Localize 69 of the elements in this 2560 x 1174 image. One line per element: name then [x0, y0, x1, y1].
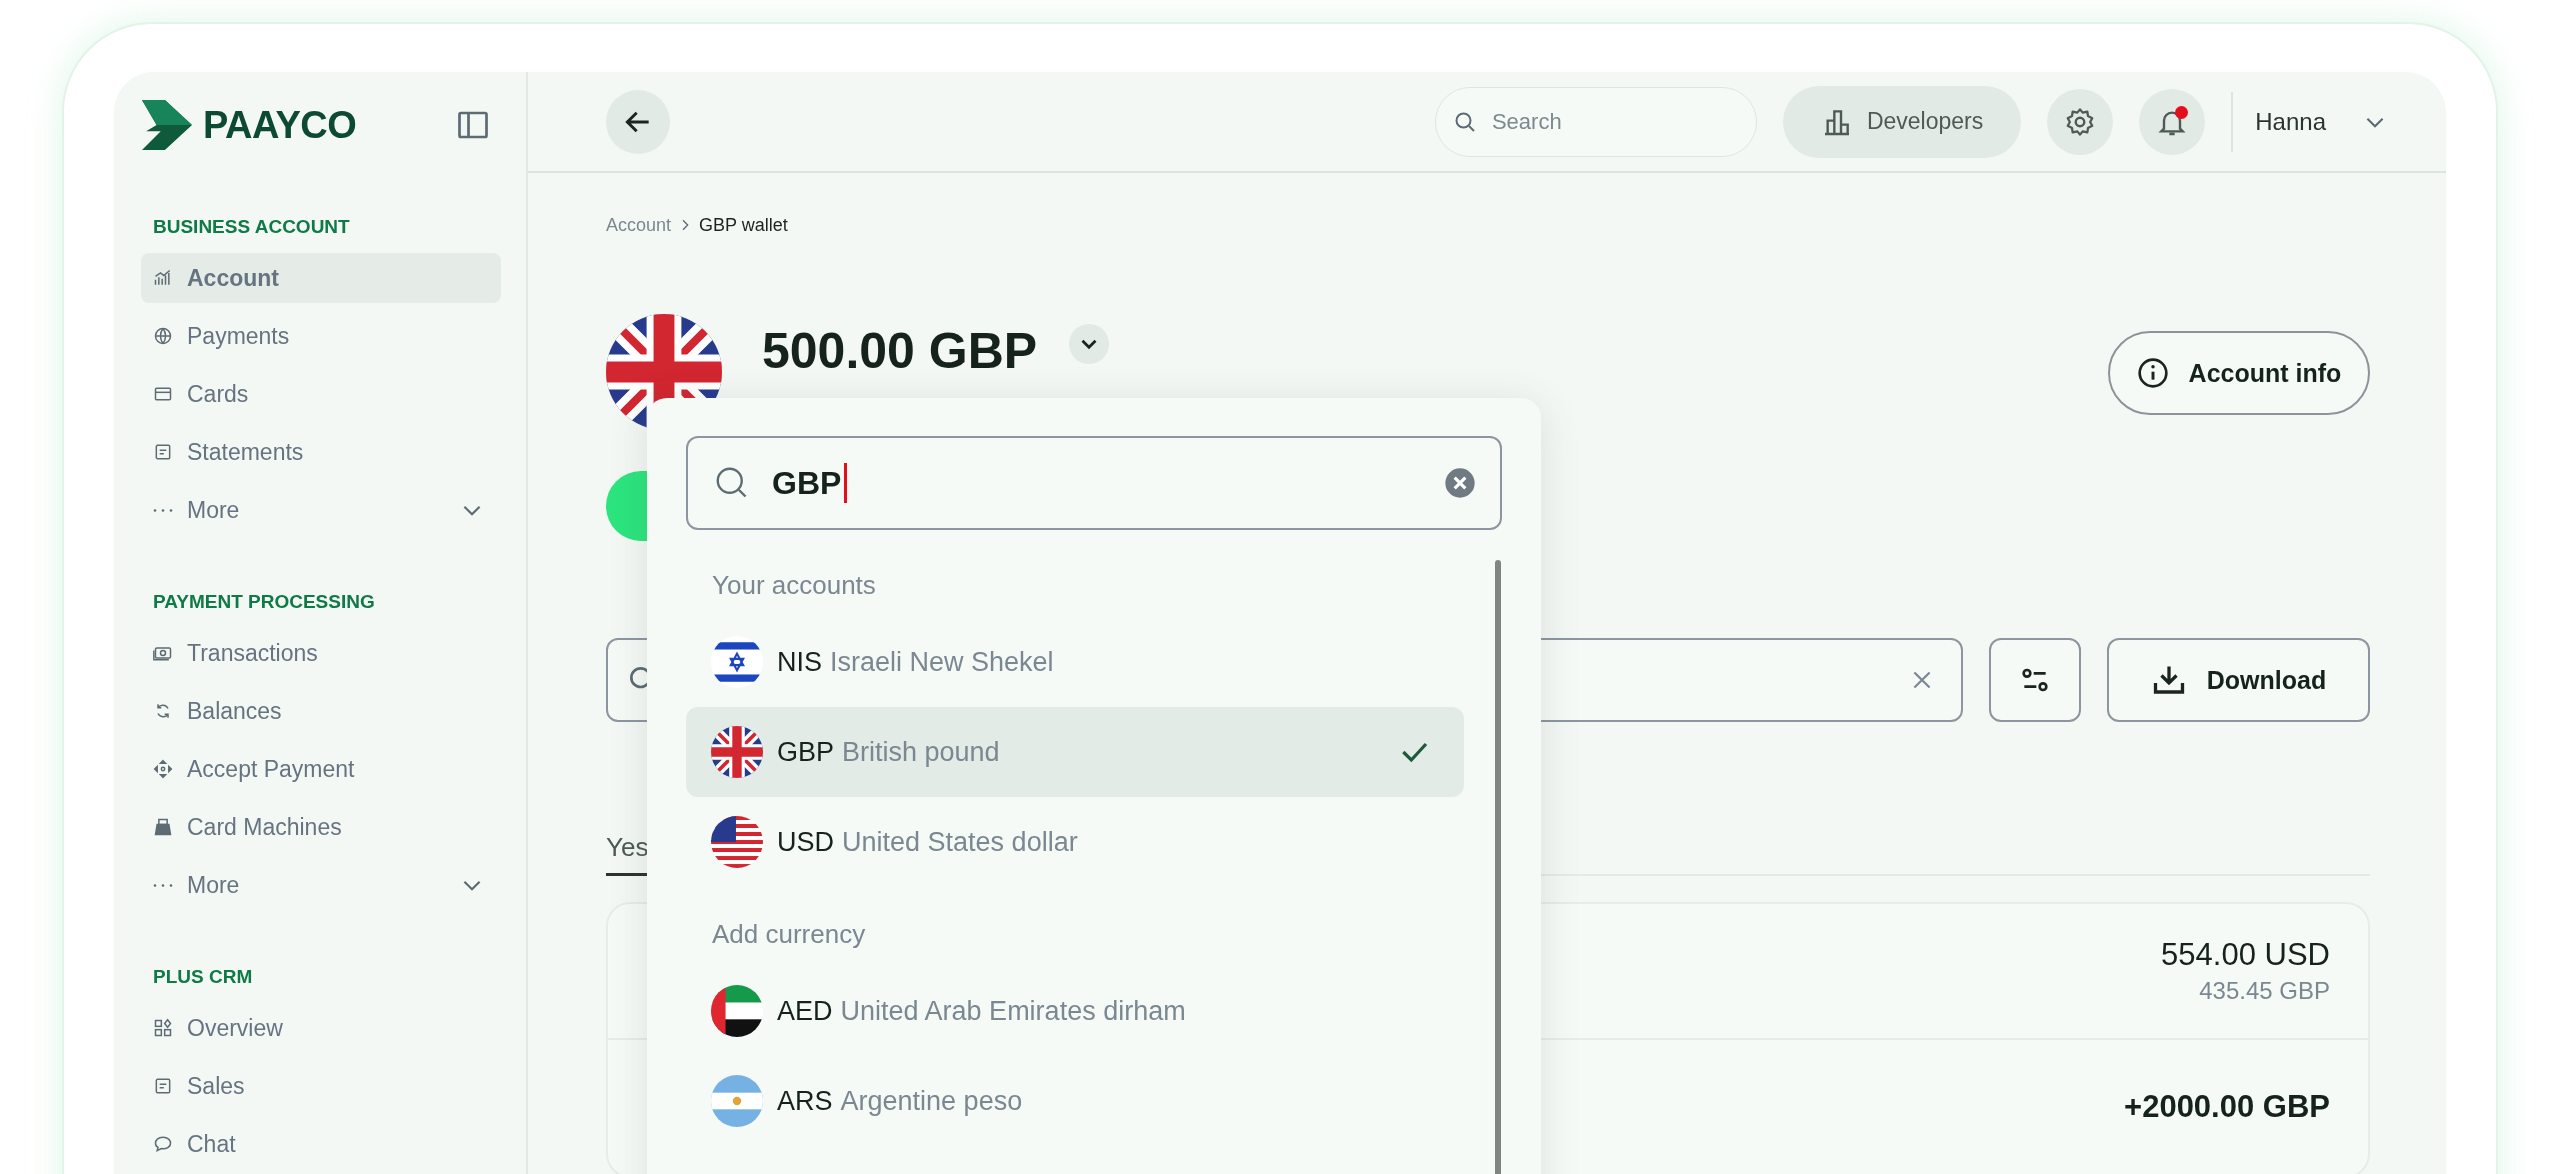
transaction-amount: 554.00 USD	[2161, 937, 2330, 973]
currency-option[interactable]: GBP British pound	[686, 707, 1464, 797]
flag-icon	[711, 985, 763, 1037]
nav-item[interactable]: Cards	[141, 369, 501, 419]
card-icon	[153, 384, 173, 404]
currency-option[interactable]: NIS Israeli New Shekel	[686, 617, 1464, 707]
currency-code: GBP	[777, 736, 835, 768]
currency-name: United Arab Emirates dirham	[840, 995, 1186, 1027]
chat-icon	[153, 1134, 173, 1154]
nav-item[interactable]: Transactions	[141, 628, 501, 678]
currency-code: ARS	[777, 1085, 833, 1117]
nav-item[interactable]: Overview	[141, 1003, 501, 1053]
currency-code: AED	[777, 995, 833, 1027]
currency-option[interactable]: AED United Arab Emirates dirham	[686, 966, 1464, 1056]
breadcrumb-link[interactable]: Account	[606, 214, 672, 236]
nav-item[interactable]: Chat	[141, 1119, 501, 1169]
nav-item[interactable]: Statements	[141, 427, 501, 477]
breadcrumb-current: GBP wallet	[699, 214, 788, 236]
section-title: PAYMENT PROCESSING	[152, 591, 376, 613]
register-icon	[153, 817, 173, 837]
currency-option[interactable]: USD United States dollar	[686, 797, 1464, 887]
clear-icon[interactable]	[1444, 467, 1476, 499]
nav-item[interactable]: Account	[141, 253, 501, 303]
logo-icon	[141, 100, 193, 150]
section-title: PLUS CRM	[152, 966, 254, 988]
flag-icon	[711, 636, 763, 688]
developers-button[interactable]: Developers	[1782, 85, 2022, 158]
move-icon	[153, 759, 173, 779]
doc-icon	[153, 442, 173, 462]
nav-item[interactable]: Balances	[141, 686, 501, 736]
converted-amount: 435.45 GBP	[2199, 977, 2330, 1005]
currency-search-field[interactable]: GBP	[686, 436, 1502, 530]
nav-item[interactable]: Payments	[141, 311, 501, 361]
text-cursor	[844, 463, 848, 503]
nav-item[interactable]: Card Machines	[141, 802, 501, 852]
group-title: Your accounts	[712, 570, 877, 601]
group-title: Add currency	[712, 919, 867, 950]
more-item[interactable]: More	[141, 860, 501, 910]
currency-name: Israeli New Shekel	[830, 646, 1054, 678]
chart-icon	[153, 268, 173, 288]
currency-code: NIS	[777, 646, 822, 678]
doc-icon	[153, 1076, 173, 1096]
dots-icon	[153, 508, 173, 512]
nav-item[interactable]: Accept Payment	[141, 744, 501, 794]
scrollbar[interactable]	[1495, 560, 1501, 1174]
currency-name: British pound	[842, 736, 1000, 768]
grid-icon	[153, 1018, 173, 1038]
transaction-amount: +2000.00 GBP	[2124, 1089, 2330, 1125]
logo-text: PAAYCO	[203, 103, 357, 147]
flag-icon	[711, 1075, 763, 1127]
section-title: BUSINESS ACCOUNT	[152, 216, 351, 238]
currency-name: Argentine peso	[840, 1085, 1023, 1117]
currency-code: USD	[777, 826, 834, 858]
flag-icon	[711, 726, 763, 778]
more-item[interactable]: More	[141, 485, 501, 535]
currency-name: United States dollar	[842, 826, 1078, 858]
globe-icon	[153, 326, 173, 346]
currency-switch-button[interactable]	[1069, 324, 1110, 364]
download-button[interactable]: Download	[2107, 638, 2370, 722]
account-info-button[interactable]: Account info	[2108, 331, 2370, 415]
filter-button[interactable]	[1989, 638, 2081, 722]
user-name[interactable]: Hanna	[2255, 107, 2326, 136]
search-field[interactable]: Search	[1434, 86, 1757, 157]
dots-icon	[153, 883, 173, 887]
info-icon	[2136, 357, 2169, 389]
flag-icon	[711, 816, 763, 868]
currency-option[interactable]: ARS Argentine peso	[686, 1056, 1464, 1146]
wallet-balance: 500.00 GBP	[762, 322, 1038, 380]
nav-item[interactable]: Sales	[141, 1061, 501, 1111]
